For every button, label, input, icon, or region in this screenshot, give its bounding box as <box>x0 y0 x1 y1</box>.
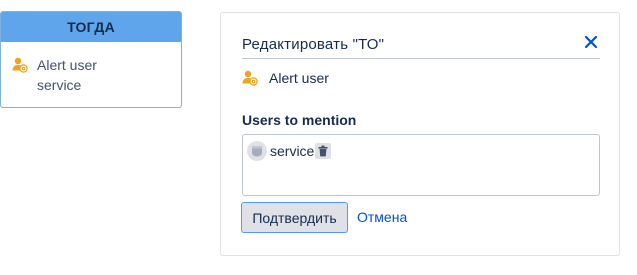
panel-title: Редактировать "ТО" <box>242 36 385 53</box>
confirm-button[interactable]: Подтвердить <box>241 202 348 233</box>
then-card-action-label: Alert user service <box>37 57 97 93</box>
then-card-action[interactable]: Alert user service <box>1 42 181 95</box>
user-mention-icon <box>242 70 258 86</box>
user-chip[interactable]: service <box>247 140 332 162</box>
users-to-mention-label: Users to mention <box>242 112 357 128</box>
panel-action-label: Alert user <box>269 70 329 86</box>
panel-header: Редактировать "ТО" <box>242 33 600 59</box>
users-to-mention-input[interactable]: service <box>242 134 600 196</box>
then-card[interactable]: ТОГДА Alert user service <box>0 11 182 108</box>
close-icon[interactable] <box>582 33 600 51</box>
then-card-header: ТОГДА <box>1 12 181 42</box>
panel-action-row: Alert user <box>242 70 329 86</box>
user-chip-name: service <box>270 143 315 159</box>
trash-icon[interactable] <box>315 143 332 159</box>
edit-panel: Редактировать "ТО" Alert user Users to m… <box>220 12 620 256</box>
user-avatar-icon <box>247 141 267 161</box>
user-mention-icon <box>12 57 28 78</box>
cancel-link[interactable]: Отмена <box>357 209 407 225</box>
